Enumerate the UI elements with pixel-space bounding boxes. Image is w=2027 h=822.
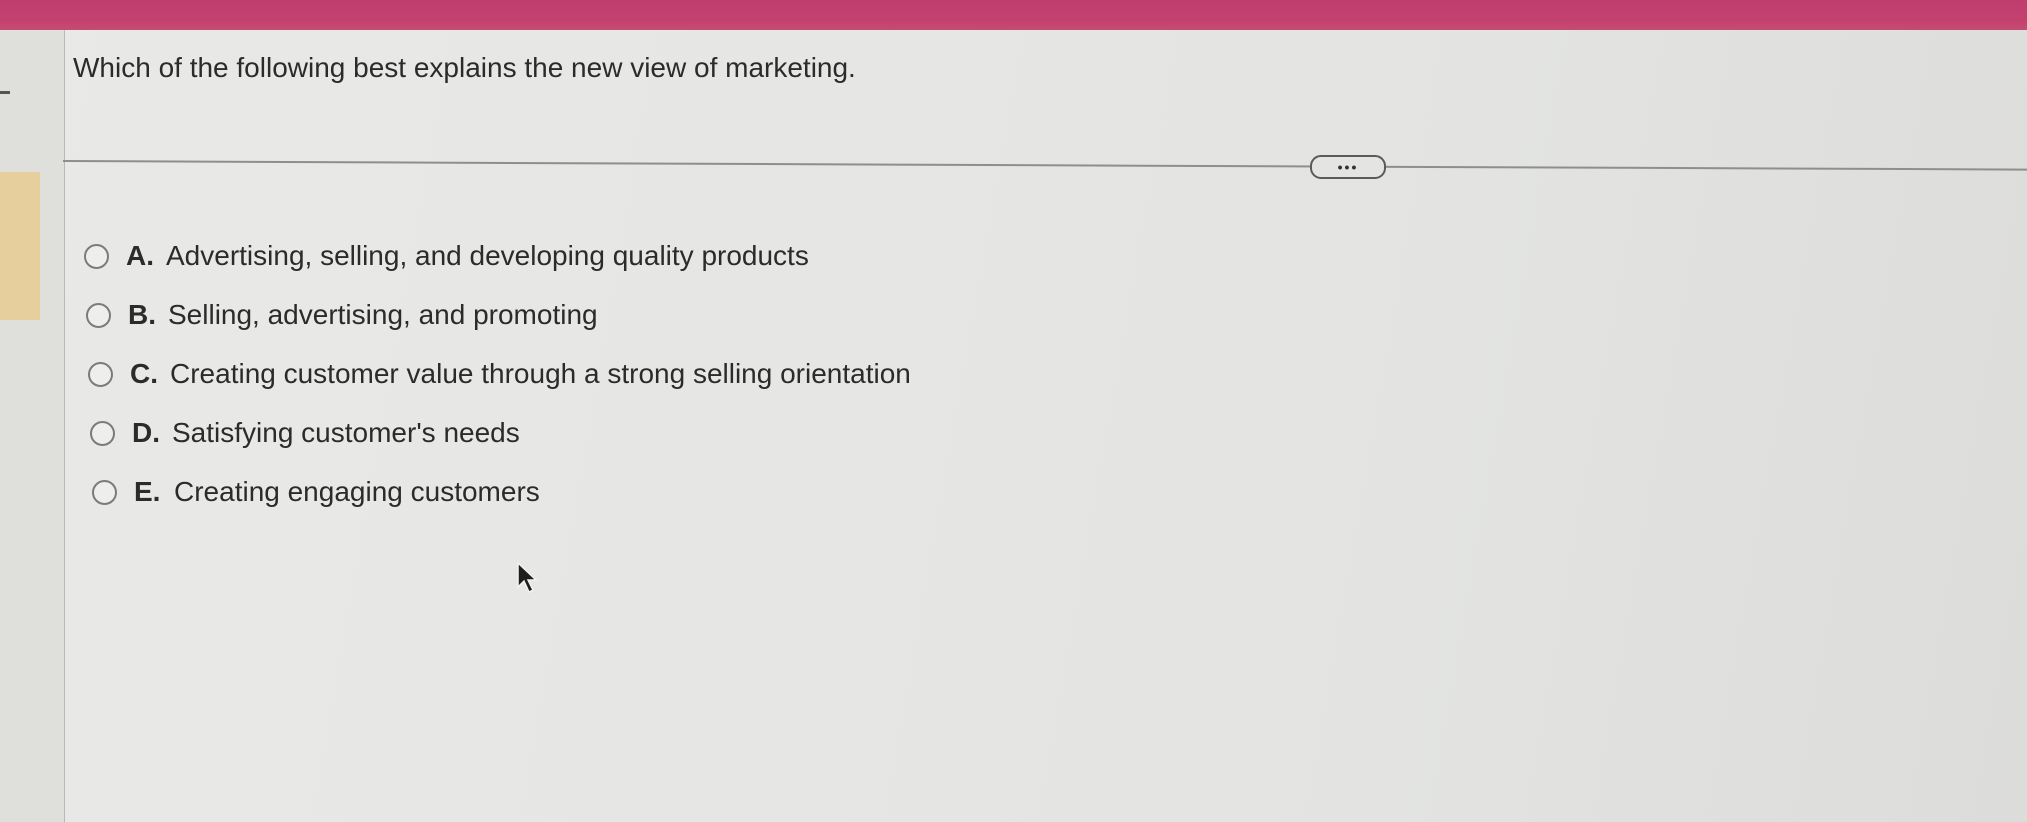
option-c[interactable]: C. Creating customer value through a str… [88,358,911,390]
option-label[interactable]: Selling, advertising, and promoting [168,299,598,331]
left-gutter [0,30,65,822]
radio-button-a[interactable] [84,243,109,269]
left-tick-mark [0,91,10,94]
header-bar [0,0,2027,30]
option-letter: D. [132,417,160,448]
radio-button-c[interactable] [88,361,113,387]
question-text: Which of the following best explains the… [73,52,856,83]
option-label[interactable]: Advertising, selling, and developing qua… [166,240,809,272]
mouse-pointer-icon [516,561,538,600]
option-e[interactable]: E. Creating engaging customers [92,476,540,508]
radio-button-b[interactable] [86,302,111,328]
more-options-button[interactable]: ••• [1310,155,1386,179]
radio-button-e[interactable] [92,479,117,505]
option-letter: E. [134,476,161,507]
radio-button-d[interactable] [90,420,115,446]
option-letter: C. [130,358,158,389]
option-letter: B. [128,299,156,330]
left-side-tab[interactable] [0,172,40,320]
option-d[interactable]: D. Satisfying customer's needs [90,417,520,449]
option-letter: A. [126,240,154,271]
option-label[interactable]: Satisfying customer's needs [172,417,520,449]
option-label[interactable]: Creating customer value through a strong… [170,358,911,390]
divider-line [62,160,2027,171]
option-label[interactable]: Creating engaging customers [174,476,540,508]
option-b[interactable]: B. Selling, advertising, and promoting [86,299,598,331]
option-a[interactable]: A. Advertising, selling, and developing … [84,240,809,272]
